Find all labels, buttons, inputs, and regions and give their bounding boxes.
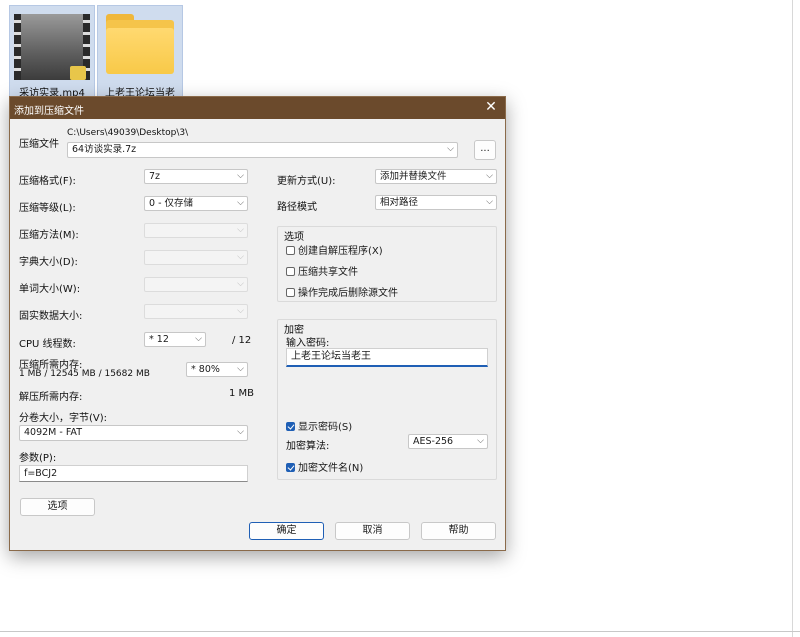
chevron-down-icon[interactable]: ⌵ bbox=[486, 196, 493, 209]
encryption-group: 加密 输入密码: 上老王论坛当老王 显示密码(S) 加密算法: AES-256 … bbox=[277, 319, 497, 480]
pathmode-combo[interactable]: 相对路径 ⌵ bbox=[375, 195, 497, 210]
checkbox-checked-icon[interactable] bbox=[286, 422, 295, 431]
dict-combo: ⌵ bbox=[144, 250, 248, 265]
archive-path: C:\Users\49039\Desktop\3\ bbox=[67, 128, 189, 138]
volume-combo[interactable]: 4092M - FAT ⌵ bbox=[19, 425, 248, 441]
update-combo[interactable]: 添加并替换文件 ⌵ bbox=[375, 169, 497, 184]
password-label: 输入密码: bbox=[286, 338, 330, 349]
chevron-down-icon[interactable]: ⌵ bbox=[237, 426, 244, 439]
archive-label: 压缩文件 bbox=[19, 139, 59, 150]
close-icon[interactable]: ✕ bbox=[483, 99, 499, 115]
checkbox-icon[interactable] bbox=[286, 267, 295, 276]
pathmode-label: 路径模式 bbox=[277, 202, 317, 213]
desktop-icon-video[interactable]: 采访实录.mp4 bbox=[9, 5, 95, 99]
dialog-title: 添加到压缩文件 bbox=[14, 106, 84, 117]
solid-label: 固实数据大小: bbox=[19, 311, 83, 322]
mem-compress-combo[interactable]: * 80% ⌵ bbox=[186, 362, 248, 377]
volume-value: 4092M - FAT bbox=[24, 427, 82, 438]
options-group-title: 选项 bbox=[284, 232, 304, 243]
mem-decompress-label: 解压所需内存: bbox=[19, 392, 83, 403]
video-thumbnail-icon bbox=[14, 14, 90, 80]
mem-compress-detail: 1 MB / 12545 MB / 15682 MB bbox=[19, 369, 150, 379]
sfx-checkbox[interactable]: 创建自解压程序(X) bbox=[286, 242, 383, 257]
chevron-down-icon: ⌵ bbox=[237, 306, 244, 316]
cpu-max: / 12 bbox=[232, 335, 252, 346]
screen-edge-divider bbox=[792, 0, 793, 637]
mem-decompress-value: 1 MB bbox=[229, 388, 255, 399]
chevron-down-icon: ⌵ bbox=[237, 279, 244, 289]
level-label: 压缩等级(L): bbox=[19, 203, 76, 214]
delete-label: 操作完成后删除源文件 bbox=[298, 288, 398, 299]
help-button[interactable]: 帮助 bbox=[421, 522, 496, 540]
level-combo[interactable]: 0 - 仅存储 ⌵ bbox=[144, 196, 248, 211]
format-value: 7z bbox=[149, 171, 161, 182]
chevron-down-icon[interactable]: ⌵ bbox=[447, 143, 454, 156]
enc-method-label: 加密算法: bbox=[286, 441, 330, 452]
checkbox-checked-icon[interactable] bbox=[286, 463, 295, 472]
ok-button[interactable]: 确定 bbox=[249, 522, 324, 540]
sfx-label: 创建自解压程序(X) bbox=[298, 246, 383, 257]
mem-compress-value: * 80% bbox=[191, 364, 220, 375]
checkbox-icon[interactable] bbox=[286, 246, 295, 255]
format-label: 压缩格式(F): bbox=[19, 176, 76, 187]
chevron-down-icon[interactable]: ⌵ bbox=[237, 170, 244, 183]
dict-label: 字典大小(D): bbox=[19, 257, 78, 268]
volume-label: 分卷大小，字节(V): bbox=[19, 413, 108, 424]
show-password-checkbox[interactable]: 显示密码(S) bbox=[286, 418, 352, 433]
encrypt-names-label: 加密文件名(N) bbox=[298, 463, 364, 474]
params-input[interactable]: f=BCJ2 bbox=[19, 465, 248, 482]
archive-name-value: 64访谈实录.7z bbox=[72, 144, 137, 155]
screen-bottom-divider bbox=[0, 631, 800, 632]
cpu-combo[interactable]: * 12 ⌵ bbox=[144, 332, 206, 347]
level-value: 0 - 仅存储 bbox=[149, 198, 194, 209]
shared-label: 压缩共享文件 bbox=[298, 267, 358, 278]
chevron-down-icon[interactable]: ⌵ bbox=[195, 333, 202, 346]
enc-method-value: AES-256 bbox=[413, 436, 454, 447]
update-label: 更新方式(U): bbox=[277, 176, 336, 187]
cancel-button[interactable]: 取消 bbox=[335, 522, 410, 540]
word-label: 单词大小(W): bbox=[19, 284, 81, 295]
chevron-down-icon[interactable]: ⌵ bbox=[237, 363, 244, 376]
params-label: 参数(P): bbox=[19, 453, 57, 464]
format-combo[interactable]: 7z ⌵ bbox=[144, 169, 248, 184]
chevron-down-icon[interactable]: ⌵ bbox=[237, 197, 244, 210]
chevron-down-icon[interactable]: ⌵ bbox=[486, 170, 493, 183]
chevron-down-icon[interactable]: ⌵ bbox=[477, 435, 484, 448]
desktop-icon-folder[interactable]: 上老王论坛当老 bbox=[97, 5, 183, 99]
encrypt-names-checkbox[interactable]: 加密文件名(N) bbox=[286, 459, 363, 474]
options-button[interactable]: 选项 bbox=[20, 498, 95, 516]
enc-method-combo[interactable]: AES-256 ⌵ bbox=[408, 434, 488, 449]
add-to-archive-dialog: 添加到压缩文件 ✕ 压缩文件 C:\Users\49039\Desktop\3\… bbox=[9, 96, 506, 551]
solid-combo: ⌵ bbox=[144, 304, 248, 319]
cpu-value: * 12 bbox=[149, 334, 169, 345]
pathmode-value: 相对路径 bbox=[380, 197, 419, 208]
show-password-label: 显示密码(S) bbox=[298, 422, 353, 433]
shared-checkbox[interactable]: 压缩共享文件 bbox=[286, 263, 358, 278]
update-value: 添加并替换文件 bbox=[380, 171, 447, 182]
chevron-down-icon: ⌵ bbox=[237, 252, 244, 262]
checkbox-icon[interactable] bbox=[286, 288, 295, 297]
word-combo: ⌵ bbox=[144, 277, 248, 292]
cpu-label: CPU 线程数: bbox=[19, 339, 76, 350]
browse-button[interactable]: ... bbox=[474, 140, 496, 160]
delete-checkbox[interactable]: 操作完成后删除源文件 bbox=[286, 284, 398, 299]
method-combo: ⌵ bbox=[144, 223, 248, 238]
archive-name-combo[interactable]: 64访谈实录.7z ⌵ bbox=[67, 142, 458, 158]
options-group: 选项 创建自解压程序(X) 压缩共享文件 操作完成后删除源文件 bbox=[277, 226, 497, 302]
dialog-titlebar[interactable]: 添加到压缩文件 ✕ bbox=[10, 97, 505, 119]
password-input[interactable]: 上老王论坛当老王 bbox=[286, 348, 488, 367]
method-label: 压缩方法(M): bbox=[19, 230, 79, 241]
chevron-down-icon: ⌵ bbox=[237, 225, 244, 235]
